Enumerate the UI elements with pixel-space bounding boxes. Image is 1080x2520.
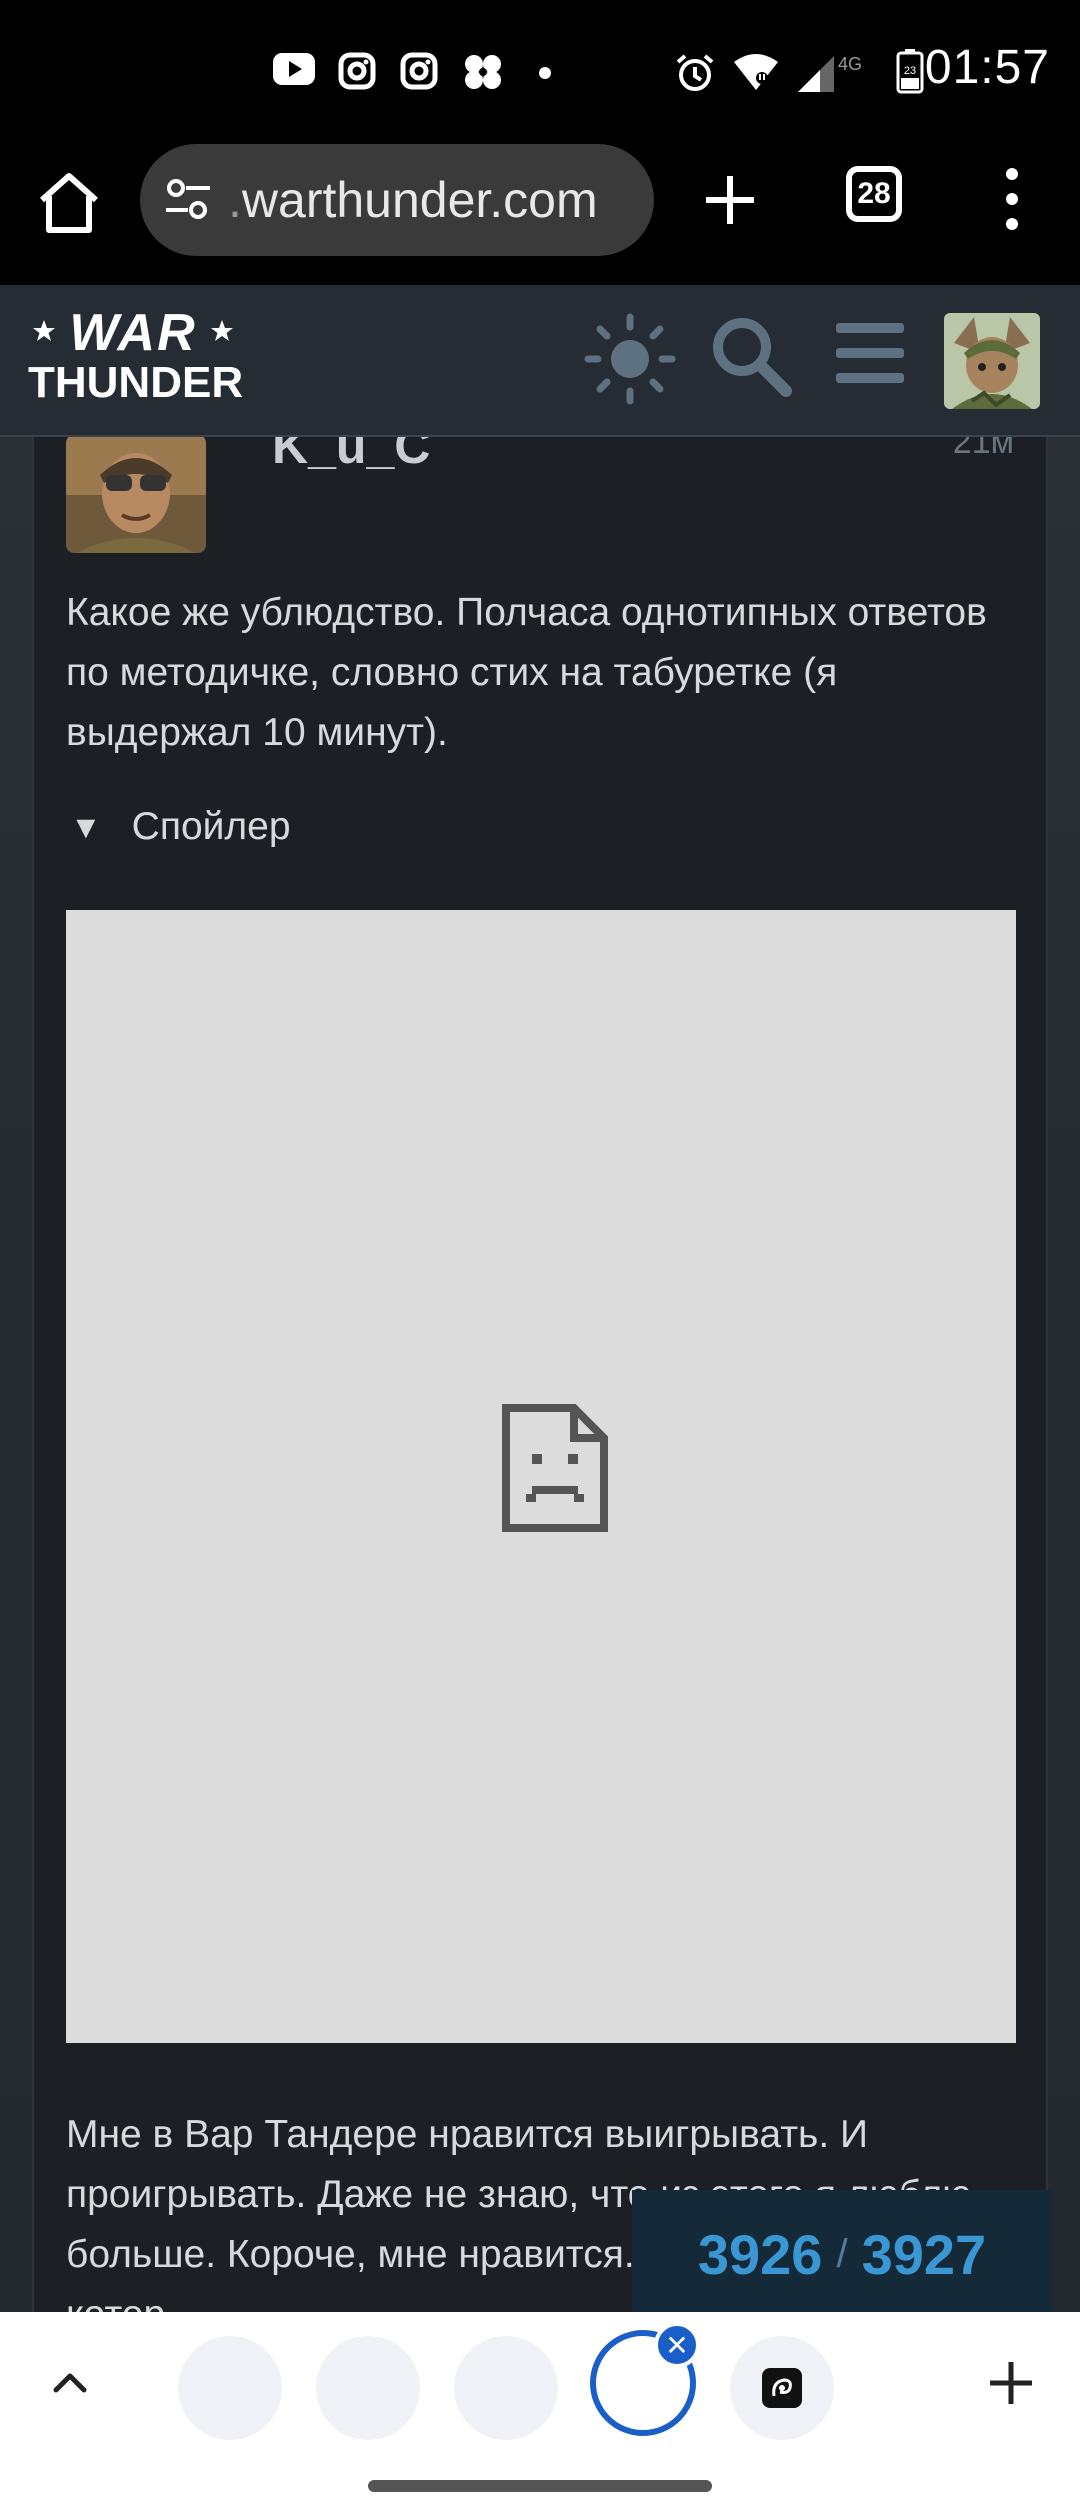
alarm-icon: [676, 54, 714, 91]
topic-content: K_u_C 21м Какое же ублюдство. Полчаса од…: [0, 437, 1080, 2312]
instagram-icon: [400, 52, 438, 90]
app-favicon-icon: [762, 2368, 802, 2408]
url-text[interactable]: .warthunder.com: [228, 171, 598, 229]
star-icon: [33, 320, 55, 341]
flower-app-icon: [465, 55, 501, 89]
spoiler-label: Спойлер: [131, 805, 291, 848]
tab-thumbnail[interactable]: [316, 2336, 420, 2440]
dot-icon: [539, 67, 551, 79]
tab-thumbnail[interactable]: [730, 2336, 834, 2440]
broken-image-icon: [502, 1404, 608, 1532]
counter-total: 3927: [861, 2222, 987, 2286]
triangle-down-icon: ▼: [70, 808, 102, 845]
youtube-icon: [273, 53, 315, 85]
tab-strip: ✕: [0, 2312, 1080, 2520]
tab-thumbnail[interactable]: [454, 2336, 558, 2440]
url-domain: warthunder.com: [241, 172, 598, 228]
add-tab-icon[interactable]: [986, 2358, 1036, 2408]
network-type: 4G: [838, 54, 862, 74]
post-text: Какое же ублюдство. Полчаса однотипных о…: [66, 591, 987, 754]
signal-icon: 4G: [798, 54, 862, 92]
battery-level: 23: [904, 65, 916, 77]
chevron-up-icon[interactable]: [50, 2362, 90, 2402]
background-left: [0, 437, 32, 2312]
post-author-name[interactable]: K_u_C: [272, 437, 430, 475]
post-counter[interactable]: 3926 / 3927: [632, 2190, 1052, 2318]
more-menu-icon[interactable]: [994, 164, 1030, 234]
spoiler-toggle[interactable]: ▼ Спойлер: [70, 805, 291, 849]
close-tab-icon[interactable]: ✕: [654, 2322, 700, 2368]
instagram-icon: [338, 52, 376, 90]
clock: 01:57: [924, 41, 1050, 94]
search-icon[interactable]: [708, 313, 792, 397]
logo-war: WAR: [69, 304, 197, 362]
broken-image[interactable]: [66, 910, 1016, 2043]
counter-slash: /: [836, 2231, 848, 2276]
tab-switcher-button[interactable]: 28: [846, 166, 902, 222]
star-icon: [211, 320, 233, 341]
hamburger-menu-icon[interactable]: [836, 321, 904, 385]
war-thunder-logo[interactable]: WAR THUNDER: [28, 304, 244, 415]
theme-toggle-icon[interactable]: [582, 311, 678, 407]
tab-thumbnail[interactable]: [178, 2336, 282, 2440]
browser-toolbar: .warthunder.com 28: [0, 140, 1080, 285]
site-header: WAR THUNDER: [0, 285, 1080, 437]
background-right: [1048, 437, 1080, 2312]
user-avatar[interactable]: [944, 313, 1040, 409]
new-tab-icon[interactable]: [700, 170, 760, 230]
wifi-icon: [734, 54, 778, 90]
counter-current: 3926: [697, 2222, 823, 2286]
post-author-avatar[interactable]: [66, 437, 206, 553]
url-prefix: .: [228, 172, 242, 228]
site-settings-icon[interactable]: [162, 174, 214, 226]
home-icon[interactable]: [36, 170, 102, 236]
post-time[interactable]: 21м: [953, 437, 1014, 462]
status-bar: 4G 23 01:57: [0, 0, 1080, 140]
address-bar[interactable]: .warthunder.com: [140, 144, 654, 256]
battery-icon: 23: [896, 49, 924, 94]
logo-thunder: THUNDER: [28, 358, 244, 407]
gesture-bar[interactable]: [368, 2480, 712, 2492]
